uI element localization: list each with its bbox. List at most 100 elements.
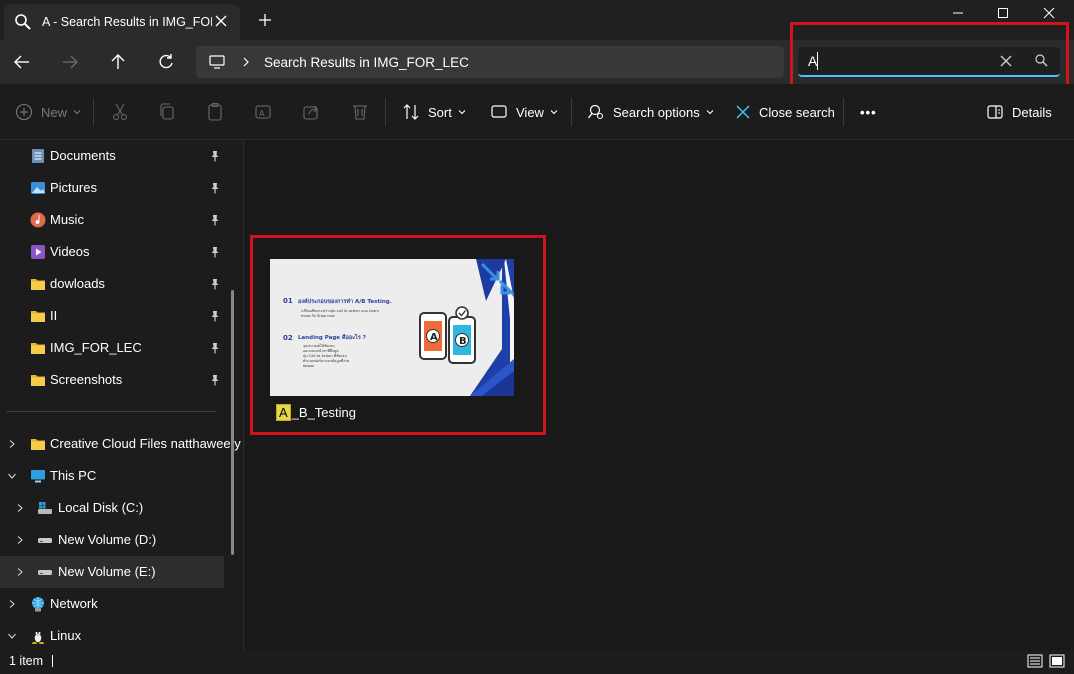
close-search-button[interactable]: Close search [735,102,835,122]
divider [93,98,94,126]
pin-icon[interactable] [209,246,221,258]
sidebar-item-label: Screenshots [50,372,123,387]
network-icon [32,597,44,612]
sidebar-item-label: Linux [50,628,82,643]
view-label: View [516,104,544,120]
new-button[interactable]: New [15,102,82,122]
search-options-icon [587,104,604,120]
sidebar-item-screenshots[interactable]: Screenshots [0,364,224,396]
sidebar-item-img-for-lec[interactable]: IMG_FOR_LEC [0,332,224,364]
divider [571,98,572,126]
up-arrow-icon[interactable] [108,52,128,72]
sidebar-scrollbar[interactable] [231,290,234,555]
details-label: Details [1012,104,1052,120]
chevron-right-icon[interactable] [7,599,17,609]
more-options-button[interactable]: ••• [860,102,877,122]
sidebar-item-pictures[interactable]: Pictures [0,172,224,204]
close-search-label: Close search [759,104,835,120]
pin-icon[interactable] [209,182,221,194]
forward-arrow-icon[interactable] [60,52,80,72]
status-divider [52,655,53,667]
folder-icon [31,375,45,386]
chevron-right-icon[interactable] [7,439,17,449]
sidebar-item-label: Pictures [50,180,97,195]
pin-icon[interactable] [209,342,221,354]
svg-text:A: A [259,109,265,118]
rename-icon[interactable]: A [254,102,272,122]
monitor-icon [209,55,225,69]
drive-icon [38,570,52,575]
folder-icon [31,343,45,354]
tab-search-results[interactable]: A - Search Results in IMG_FOR [4,4,240,40]
close-window-button[interactable] [1026,2,1072,24]
sidebar-item-videos[interactable]: Videos [0,236,224,268]
command-bar: New A Sort View Search options Close sea… [0,84,1074,140]
new-label: New [41,104,68,120]
sort-button[interactable]: Sort [402,102,467,122]
sidebar-item-local-disk-c[interactable]: Local Disk (C:) [0,492,224,524]
minimize-icon [953,12,963,14]
documents-icon [32,149,44,163]
close-icon [1043,7,1055,19]
pictures-icon [31,182,45,194]
sidebar-item-documents[interactable]: Documents [0,140,224,172]
sidebar-item-creative-cloud[interactable]: Creative Cloud Files natthawee.y [0,428,241,460]
sidebar-item-network[interactable]: Network [0,588,224,620]
copy-icon[interactable] [158,102,176,122]
pin-icon[interactable] [209,374,221,386]
sidebar-item-new-volume-e[interactable]: New Volume (E:) [0,556,224,588]
sidebar-item-label: Documents [50,148,116,163]
view-icon [491,105,507,118]
chevron-right-icon[interactable] [15,535,25,545]
linux-icon [32,631,44,644]
sidebar-item-this-pc[interactable]: This PC [0,460,224,492]
maximize-button[interactable] [980,2,1026,24]
sidebar-item-label: Videos [50,244,90,259]
chevron-down-icon [550,110,558,115]
chevron-down-icon [706,110,714,115]
pin-icon[interactable] [209,278,221,290]
delete-icon[interactable] [351,102,369,122]
view-button[interactable]: View [490,102,559,122]
sidebar-item-linux[interactable]: Linux [0,620,224,652]
large-icons-view-icon[interactable] [1049,653,1065,669]
refresh-icon[interactable] [156,52,176,72]
details-view-icon[interactable] [1027,653,1043,669]
tab-title: A - Search Results in IMG_FOR [42,15,212,29]
search-options-label: Search options [613,104,700,120]
cut-icon[interactable] [111,102,129,122]
sidebar-item-label: II [50,308,58,323]
minimize-button[interactable] [935,2,981,24]
divider [385,98,386,126]
videos-icon [31,245,45,259]
drive-icon [38,538,52,543]
drive-icon [38,502,52,514]
sidebar-item-ii[interactable]: II [0,300,224,332]
chevron-right-icon[interactable] [15,567,25,577]
sidebar-item-dowloads[interactable]: dowloads [0,268,224,300]
folder-icon [31,311,45,322]
navigation-pane: Documents Pictures Music Videos dowloads [0,140,244,650]
item-count: 1 item [9,654,44,668]
chevron-down-icon[interactable] [7,471,17,481]
paste-icon[interactable] [206,102,224,122]
status-bar: 1 item [0,650,1074,674]
pin-icon[interactable] [209,310,221,322]
search-icon [15,14,31,30]
pin-icon[interactable] [209,150,221,162]
address-field[interactable]: Search Results in IMG_FOR_LEC [196,46,784,78]
sidebar-item-music[interactable]: Music [0,204,224,236]
new-tab-icon[interactable] [256,11,274,29]
pin-icon[interactable] [209,214,221,226]
chevron-right-icon[interactable] [240,56,252,68]
chevron-right-icon[interactable] [15,503,25,513]
back-arrow-icon[interactable] [12,52,32,72]
sidebar-item-new-volume-d[interactable]: New Volume (D:) [0,524,224,556]
share-icon[interactable] [302,102,320,122]
close-tab-icon[interactable] [212,12,230,30]
address-path: Search Results in IMG_FOR_LEC [264,54,469,70]
chevron-down-icon[interactable] [7,631,17,641]
search-options-button[interactable]: Search options [587,102,715,122]
details-button[interactable]: Details [986,102,1052,122]
sort-icon [403,104,419,120]
